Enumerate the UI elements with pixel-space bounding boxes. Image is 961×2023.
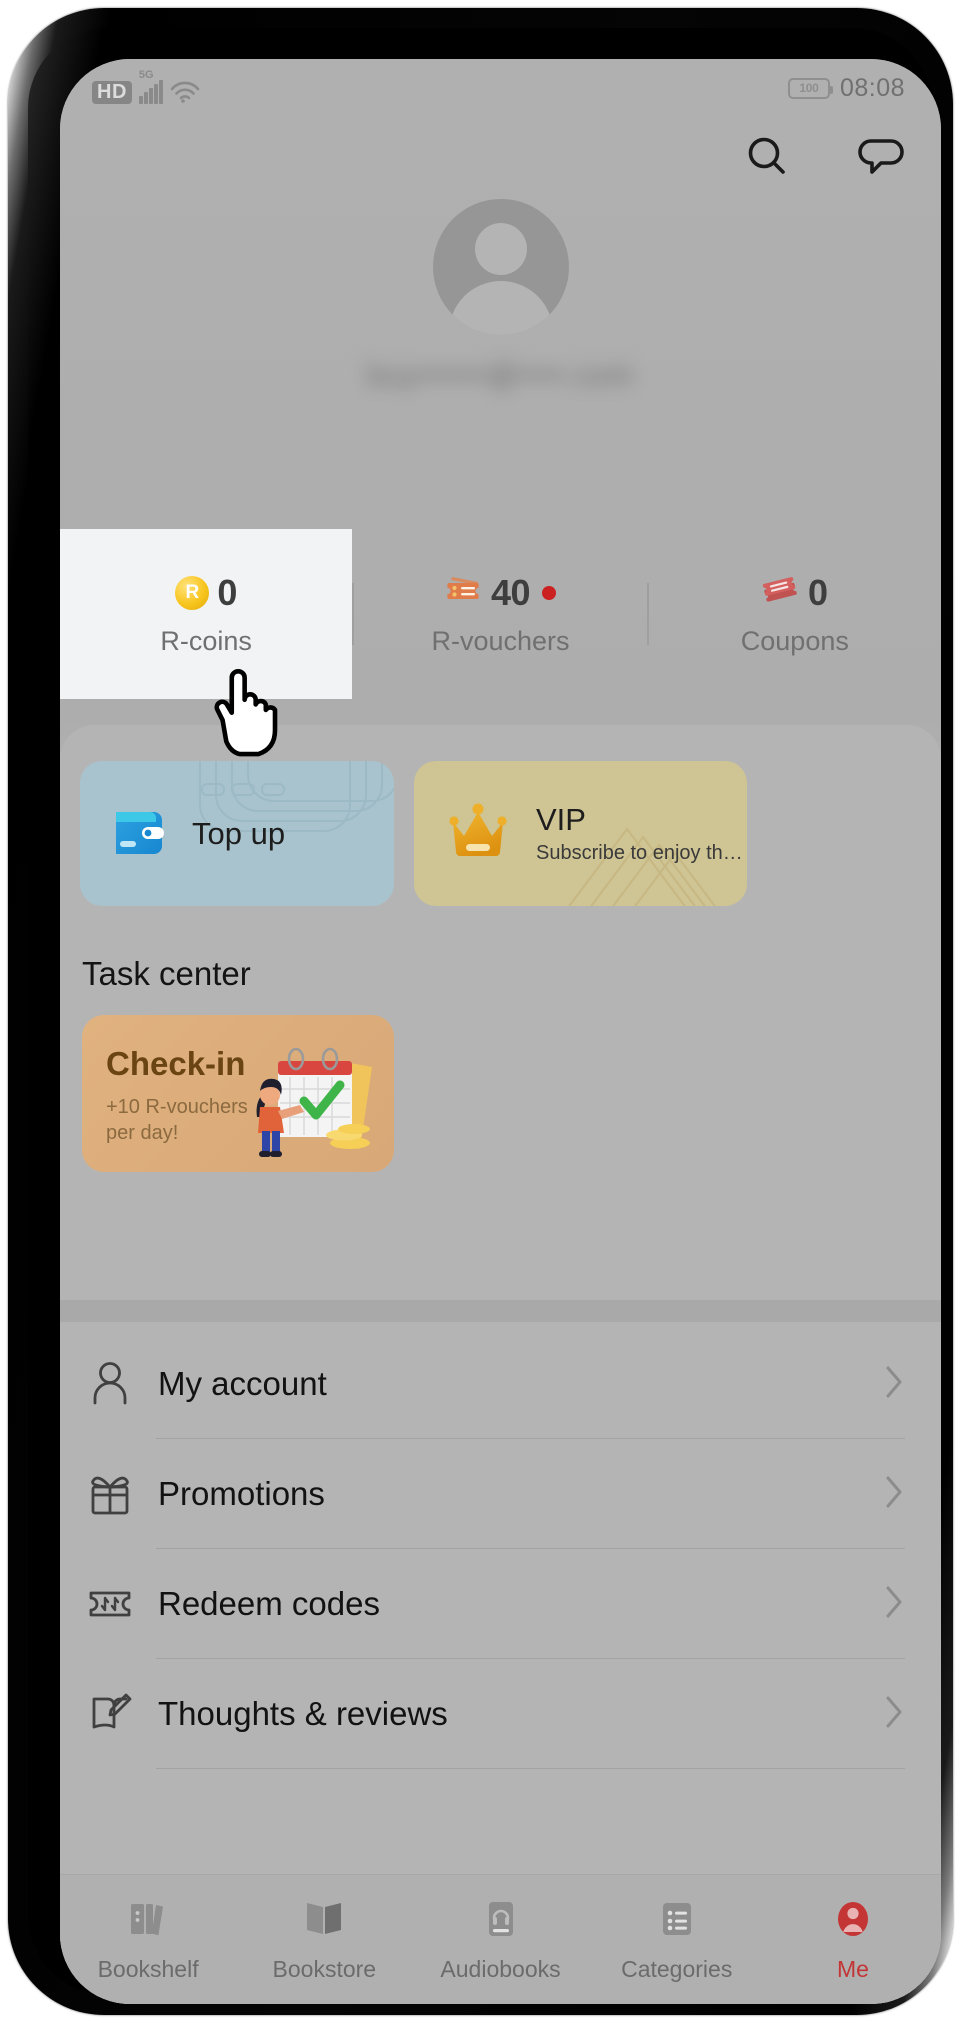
vip-text-block: VIP Subscribe to enjoy th… [536, 802, 743, 865]
stat-r-vouchers-value: 40 [490, 571, 531, 613]
categories-icon [654, 1896, 700, 1947]
vip-title: VIP [536, 802, 586, 837]
nav-label: Categories [621, 1956, 733, 1982]
message-bubble-icon[interactable] [855, 131, 907, 183]
menu-list: My account Promotions Redeem codes Thoug… [60, 1329, 941, 1769]
stat-coupons-value: 0 [808, 571, 828, 613]
menu-item-promotions[interactable]: Promotions [60, 1439, 941, 1549]
status-bar: HD 5G 100 08:08 [60, 59, 941, 117]
nav-item-me[interactable]: Me [765, 1896, 941, 1983]
battery-icon: 100 [787, 77, 833, 99]
top-up-card[interactable]: Top up [80, 761, 394, 906]
phone-frame: HD 5G 100 08:08 buy••••••@••••.com R 0 R… [8, 8, 953, 2015]
nav-label: Bookstore [272, 1956, 377, 1982]
r-voucher-ticket-icon [445, 573, 483, 612]
redeem-ticket-icon [84, 1583, 136, 1625]
crown-icon [442, 800, 514, 867]
avatar-head [474, 223, 527, 275]
chevron-right-icon [883, 1693, 905, 1736]
nav-label: Audiobooks [440, 1956, 561, 1982]
menu-item-thoughts-reviews[interactable]: Thoughts & reviews [60, 1659, 941, 1769]
stat-r-vouchers-label: R-vouchers [431, 625, 570, 656]
stat-coupons[interactable]: 0 Coupons [649, 529, 941, 699]
clock: 08:08 [839, 73, 905, 102]
nav-label: Me [836, 1956, 869, 1982]
menu-item-label: Promotions [158, 1475, 325, 1512]
nav-item-bookshelf[interactable]: Bookshelf [60, 1896, 236, 1983]
phone-screen: HD 5G 100 08:08 buy••••••@••••.com R 0 R… [60, 59, 941, 2004]
vip-subtitle: Subscribe to enjoy th… [536, 842, 743, 864]
network-type-label: 5G [138, 69, 154, 81]
stat-coupons-label: Coupons [740, 625, 849, 656]
menu-divider [156, 1768, 905, 1769]
menu-item-label: Redeem codes [158, 1585, 380, 1622]
avatar-body [448, 281, 553, 335]
wallet-icon [108, 802, 170, 865]
gift-icon [84, 1470, 136, 1518]
user-email: buy••••••@••••.com [367, 359, 634, 392]
phone-bezel: HD 5G 100 08:08 buy••••••@••••.com R 0 R… [28, 28, 941, 2004]
wifi-icon [170, 80, 200, 104]
stat-coupons-value-row: 0 [762, 572, 828, 614]
signal-strength-icon: 5G [138, 69, 163, 104]
me-avatar-icon [830, 1896, 876, 1947]
lower-panel: Top up VIP Subscribe to enjoy th… Task c… [60, 725, 941, 2004]
top-up-label: Top up [192, 815, 286, 851]
check-in-card[interactable]: Check-in +10 R-vouchers per day! [82, 1015, 394, 1172]
avatar[interactable] [432, 199, 569, 335]
stat-r-coins-value: 0 [217, 571, 237, 613]
bookstore-icon [301, 1896, 347, 1947]
stats-row: R 0 R-coins 40 R-vouchers 0 Coupons [60, 529, 941, 699]
nav-item-bookstore[interactable]: Bookstore [236, 1896, 412, 1983]
menu-item-redeem-codes[interactable]: Redeem codes [60, 1549, 941, 1659]
nav-item-categories[interactable]: Categories [589, 1896, 765, 1983]
nav-item-audiobooks[interactable]: Audiobooks [412, 1896, 588, 1983]
vip-card[interactable]: VIP Subscribe to enjoy th… [414, 761, 747, 906]
battery-level: 100 [799, 81, 819, 95]
status-bar-right: 100 08:08 [787, 73, 905, 103]
stat-r-coins[interactable]: R 0 R-coins [60, 529, 353, 699]
bottom-navigation: Bookshelf Bookstore Audiobooks Categorie… [60, 1874, 941, 2004]
menu-item-label: Thoughts & reviews [158, 1695, 448, 1732]
check-in-title: Check-in [106, 1045, 246, 1082]
app-me-screen: HD 5G 100 08:08 buy••••••@••••.com R 0 R… [60, 59, 941, 2004]
header-actions [741, 131, 907, 183]
r-coin-icon: R [175, 575, 210, 610]
person-outline-icon [84, 1359, 136, 1409]
search-icon[interactable] [741, 131, 793, 183]
promo-row: Top up VIP Subscribe to enjoy th… [80, 761, 941, 906]
profile-section: buy••••••@••••.com [60, 199, 941, 393]
task-center-title: Task center [82, 955, 251, 992]
r-vouchers-badge-dot [542, 585, 557, 600]
coupon-icon [762, 574, 800, 611]
stat-r-vouchers-value-row: 40 [445, 571, 557, 614]
menu-item-my-account[interactable]: My account [60, 1329, 941, 1439]
panel-separator [60, 1300, 941, 1322]
audiobooks-icon [478, 1896, 524, 1947]
hd-icon: HD [92, 81, 132, 104]
bookshelf-icon [125, 1896, 171, 1947]
calendar-checkin-illustration [238, 1033, 388, 1166]
stat-r-vouchers[interactable]: 40 R-vouchers [354, 529, 646, 699]
status-bar-left: HD 5G [92, 69, 200, 104]
chevron-right-icon [883, 1473, 905, 1516]
chevron-right-icon [883, 1363, 905, 1406]
book-edit-icon [84, 1690, 136, 1738]
menu-item-label: My account [158, 1365, 327, 1402]
nav-label: Bookshelf [97, 1956, 199, 1982]
chevron-right-icon [883, 1583, 905, 1626]
stat-r-coins-value-row: R 0 [175, 572, 237, 614]
stat-r-coins-label: R-coins [160, 625, 252, 656]
